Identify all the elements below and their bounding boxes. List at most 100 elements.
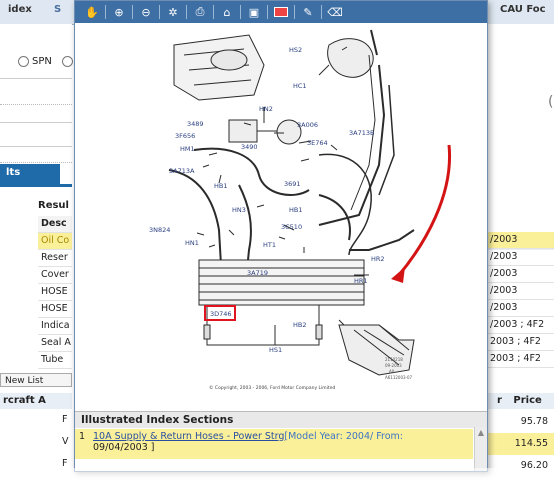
print-icon[interactable]: ⎙	[191, 4, 209, 20]
toolbar-separator	[240, 5, 241, 19]
row-marker: F	[62, 414, 68, 425]
label-hr2[interactable]: HR2	[371, 255, 385, 263]
results-table-left: Desc Oil Co Reser Cover HOSE HOSE Indica…	[38, 216, 72, 369]
eraser-icon[interactable]: ⌫	[326, 4, 344, 20]
table-cell: 2003 ; 4F2	[487, 334, 554, 351]
label-hn2[interactable]: HN2	[259, 105, 273, 113]
divider	[0, 78, 72, 79]
label-3c510[interactable]: 3C510	[281, 223, 302, 231]
table-cell: /2003	[487, 232, 554, 249]
reflection-fade	[0, 468, 554, 504]
table-header-desc: Desc	[38, 216, 72, 233]
radio-button[interactable]	[18, 56, 29, 67]
section-date: 09/04/2003 ]	[93, 442, 155, 453]
illustration-viewer: ✋ ⊕ ⊖ ✲ ⎙ ⌂ ▣ ✎ ⌫ HS2 HC1 HN2 3489 3A006…	[74, 0, 488, 472]
image-icon[interactable]: ▣	[245, 4, 263, 20]
table-row[interactable]: Tube	[38, 352, 72, 369]
label-hn1[interactable]: HN1	[185, 239, 199, 247]
sections-title: Illustrated Index Sections	[75, 411, 487, 428]
tab-cau-focus[interactable]: CAU Foc	[496, 2, 550, 24]
tab-s[interactable]: S	[50, 2, 65, 24]
list-item[interactable]: 1 10A Supply & Return Hoses - Power Strg…	[75, 429, 473, 459]
view-list-button[interactable]: New List	[0, 373, 72, 387]
label-3e764[interactable]: 3E764	[307, 139, 328, 147]
fit-icon[interactable]: ✲	[164, 4, 182, 20]
table-row[interactable]: Seal A	[38, 335, 72, 352]
table-cell: /2003 ; 4F2	[487, 317, 554, 334]
label-3a713a[interactable]: 3A713A	[169, 167, 195, 175]
toolbar-separator	[213, 5, 214, 19]
label-hn3[interactable]: HN3	[232, 206, 246, 214]
label-hr1[interactable]: HR1	[354, 277, 368, 285]
divider	[0, 162, 72, 163]
label-hc1[interactable]: HC1	[293, 82, 307, 90]
tab-results[interactable]: lts	[0, 164, 60, 184]
divider	[0, 122, 72, 123]
label-hb2[interactable]: HB2	[293, 321, 306, 329]
toolbar-separator	[294, 5, 295, 19]
tab-index[interactable]: idex	[4, 2, 36, 24]
price-marker: r	[497, 395, 502, 406]
divider	[0, 104, 72, 105]
label-hm1[interactable]: HM1	[180, 145, 195, 153]
red-arrowhead	[391, 267, 405, 283]
label-3691[interactable]: 3691	[284, 180, 301, 188]
label-3a713b[interactable]: 3A713B	[349, 129, 374, 137]
table-cell: /2003	[487, 266, 554, 283]
label-3a006[interactable]: 3A006	[297, 121, 318, 129]
label-3d746[interactable]: 3D746	[210, 310, 232, 318]
viewer-toolbar: ✋ ⊕ ⊖ ✲ ⎙ ⌂ ▣ ✎ ⌫	[75, 1, 487, 23]
svg-text:A0: A0	[389, 369, 395, 374]
scroll-up-icon[interactable]: ▲	[475, 427, 487, 439]
label-3n824[interactable]: 3N824	[149, 226, 170, 234]
aircraft-column-header: rcraft A	[0, 393, 72, 409]
rectangle-icon[interactable]	[272, 4, 290, 20]
label-3a719[interactable]: 3A719	[247, 269, 268, 277]
label-hb1-mid[interactable]: HB1	[289, 206, 302, 214]
section-meta: [Model Year: 2004/ From:	[284, 431, 403, 442]
zoom-out-icon[interactable]: ⊖	[137, 4, 155, 20]
table-row[interactable]: Oil Co	[38, 233, 72, 250]
toolbar-separator	[321, 5, 322, 19]
divider	[0, 146, 72, 147]
results-table-right: /2003 /2003 /2003 /2003 /2003 /2003 ; 4F…	[487, 232, 554, 368]
radio-spn[interactable]: SPN	[18, 56, 52, 67]
parts-illustration: HS2 HC1 HN2 3489 3A006 3F656 HM1 3E764 3…	[149, 29, 452, 391]
radio-other[interactable]	[62, 56, 73, 67]
table-cell: 2003 ; 4F2	[487, 351, 554, 368]
zoom-in-icon[interactable]: ⊕	[110, 4, 128, 20]
svg-text:A6112003-07: A6112003-07	[385, 375, 413, 380]
table-row[interactable]: Reser	[38, 250, 72, 267]
table-row[interactable]: HOSE	[38, 301, 72, 318]
label-hs2[interactable]: HS2	[289, 46, 302, 54]
section-entry: 10A Supply & Return Hoses - Power Strg[M…	[93, 429, 403, 459]
sections-scrollbar[interactable]: ▲	[474, 427, 487, 471]
label-hs1[interactable]: HS1	[269, 346, 282, 354]
hand-icon[interactable]: ✋	[83, 4, 101, 20]
table-row[interactable]: HOSE	[38, 284, 72, 301]
radio-button[interactable]	[62, 56, 73, 67]
home-icon[interactable]: ⌂	[218, 4, 236, 20]
table-row[interactable]: Cover	[38, 267, 72, 284]
section-number: 1	[79, 431, 86, 442]
tab-underline	[0, 184, 72, 187]
label-3f656[interactable]: 3F656	[175, 132, 195, 140]
table-cell: /2003	[487, 300, 554, 317]
pen-icon[interactable]: ✎	[299, 4, 317, 20]
label-3490[interactable]: 3490	[241, 143, 258, 151]
toolbar-separator	[186, 5, 187, 19]
svg-text:2110218: 2110218	[385, 357, 403, 362]
results-header: Resul	[38, 200, 69, 211]
table-row[interactable]: Indica	[38, 318, 72, 335]
toolbar-separator	[105, 5, 106, 19]
table-cell: /2003	[487, 249, 554, 266]
svg-text:09-2003: 09-2003	[385, 363, 402, 368]
label-hb1-top[interactable]: HB1	[214, 182, 227, 190]
label-ht1[interactable]: HT1	[263, 241, 276, 249]
label-3489[interactable]: 3489	[187, 120, 204, 128]
preview-glyph: (	[548, 94, 554, 110]
copyright-notice: © Copyright, 2003 - 2006, Ford Motor Com…	[209, 384, 335, 391]
radio-label: SPN	[32, 56, 52, 67]
section-link[interactable]: 10A Supply & Return Hoses - Power Strg	[93, 431, 284, 442]
toolbar-separator	[159, 5, 160, 19]
